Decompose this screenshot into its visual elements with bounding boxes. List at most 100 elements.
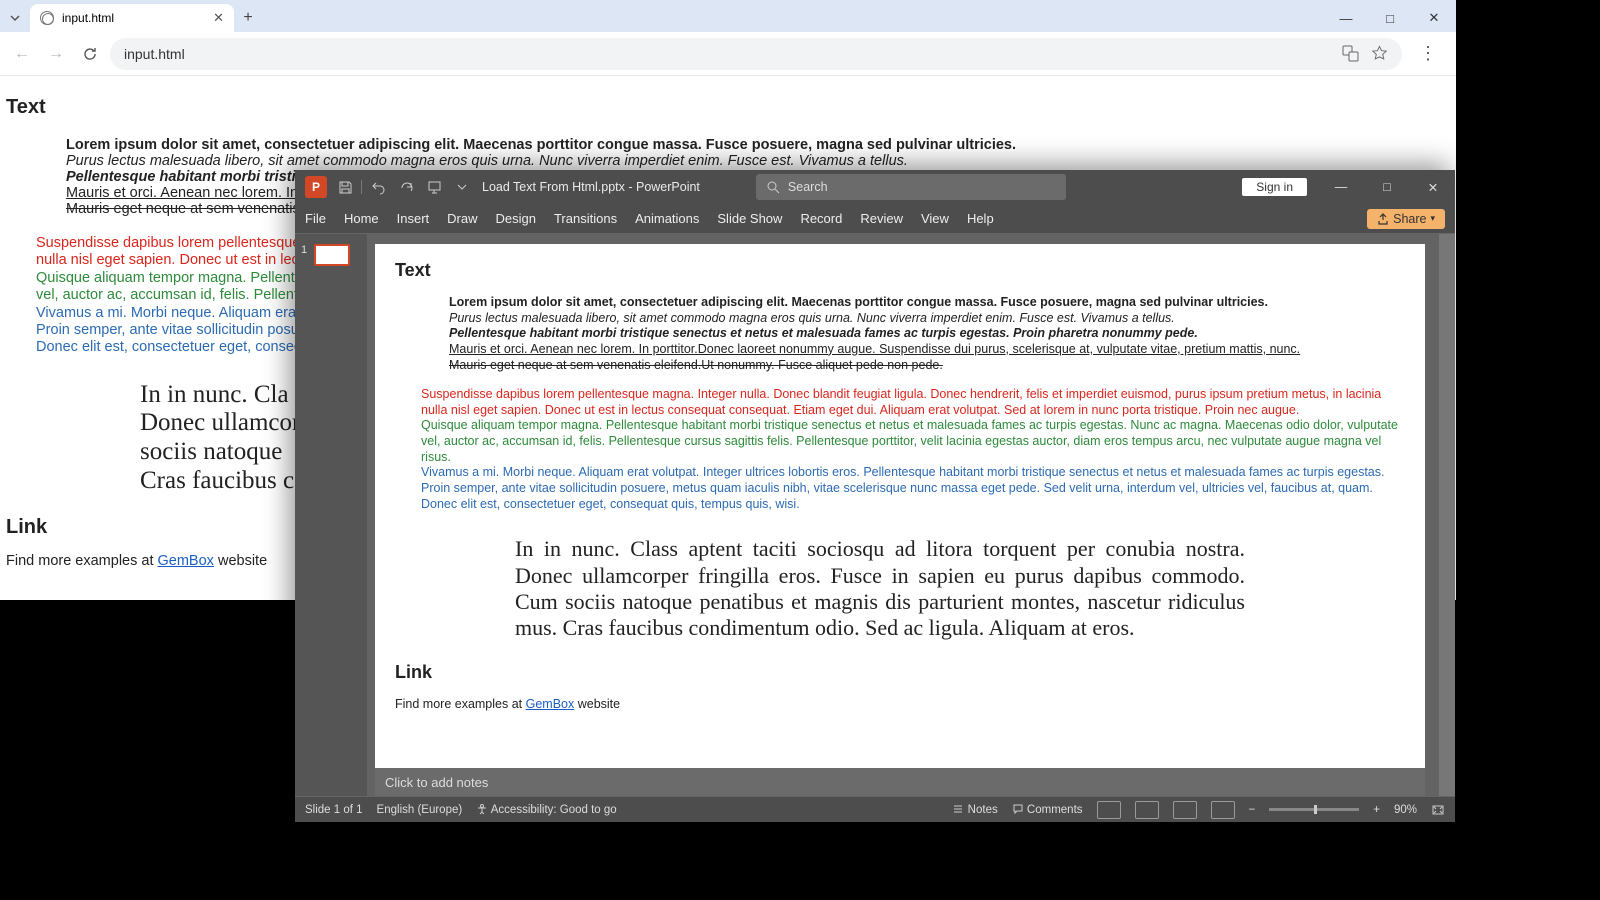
status-notes-toggle[interactable]: Notes (952, 803, 997, 816)
slide-thumbnail[interactable] (314, 244, 350, 266)
notes-pane[interactable]: Click to add notes (375, 768, 1425, 796)
share-label: Share (1393, 212, 1426, 226)
ribbon-tab-file[interactable]: File (305, 211, 326, 226)
fit-icon (1431, 803, 1445, 817)
zoom-in-button[interactable]: + (1373, 804, 1380, 816)
status-bar: Slide 1 of 1 English (Europe) Accessibil… (295, 796, 1455, 822)
chevron-down-icon (457, 182, 467, 192)
slide-gembox-link[interactable]: GemBox (526, 697, 575, 711)
slide-heading-link: Link (395, 662, 1405, 683)
search-box[interactable]: Search (756, 174, 1066, 200)
save-icon (338, 180, 353, 195)
status-language[interactable]: English (Europe) (377, 804, 463, 816)
zoom-out-button[interactable]: − (1249, 804, 1256, 816)
bookmark-star-icon[interactable] (1371, 45, 1388, 62)
redo-icon (399, 180, 414, 195)
ribbon-tab-animations[interactable]: Animations (635, 211, 699, 226)
slide-link-pre: Find more examples at (395, 697, 526, 711)
ribbon-tab-insert[interactable]: Insert (397, 211, 430, 226)
browser-menu-button[interactable]: ⋮ (1408, 43, 1448, 64)
slide-para-bold: Lorem ipsum dolor sit amet, consectetuer… (449, 295, 1405, 311)
gembox-link[interactable]: GemBox (158, 553, 214, 569)
slide-para-strike: Mauris eget neque at sem venenatis eleif… (449, 358, 1405, 374)
slide-para-red: Suspendisse dapibus lorem pellentesque m… (421, 387, 1405, 418)
ppt-maximize-button[interactable]: □ (1365, 172, 1409, 202)
close-button[interactable]: ✕ (1412, 4, 1456, 32)
ribbon-tab-review[interactable]: Review (860, 211, 903, 226)
signin-button[interactable]: Sign in (1242, 178, 1307, 196)
page-favicon-icon (40, 11, 54, 25)
link-pre: Find more examples at (6, 553, 158, 569)
ribbon-tab-help[interactable]: Help (967, 211, 994, 226)
para-italic: Purus lectus malesuada libero, sit amet … (66, 153, 1420, 169)
comments-icon (1012, 803, 1024, 815)
tab-close-icon[interactable]: ✕ (213, 10, 224, 26)
reading-view-button[interactable] (1173, 801, 1197, 819)
reload-button[interactable] (76, 40, 104, 68)
slide-link-post: website (574, 697, 620, 711)
zoom-slider[interactable] (1269, 808, 1359, 811)
slide-link-sentence: Find more examples at GemBox website (395, 697, 1405, 711)
browser-toolbar: ← → input.html ⋮ (0, 32, 1456, 76)
back-button[interactable]: ← (8, 40, 36, 68)
ribbon-tab-record[interactable]: Record (800, 211, 842, 226)
redo-button[interactable] (394, 175, 418, 199)
maximize-button[interactable]: □ (1368, 4, 1412, 32)
fit-to-window-button[interactable] (1431, 803, 1445, 817)
qat-customize[interactable] (450, 175, 474, 199)
save-button[interactable] (333, 175, 357, 199)
ppt-close-button[interactable]: ✕ (1411, 172, 1455, 202)
notes-placeholder: Click to add notes (385, 775, 488, 790)
tab-search-dropdown[interactable] (0, 12, 30, 24)
address-bar[interactable]: input.html (110, 38, 1402, 70)
window-title: Load Text From Html.pptx - PowerPoint (482, 180, 700, 194)
present-button[interactable] (422, 175, 446, 199)
thumb-number: 1 (301, 244, 307, 256)
normal-view-button[interactable] (1097, 801, 1121, 819)
slide-para-italic: Purus lectus malesuada libero, sit amet … (449, 311, 1405, 327)
ppt-body: 1 Text Lorem ipsum dolor sit amet, conse… (295, 234, 1455, 796)
notes-icon (952, 803, 964, 815)
chevron-down-icon (9, 12, 21, 24)
para-bold: Lorem ipsum dolor sit amet, consectetuer… (66, 137, 1420, 153)
status-comments-toggle[interactable]: Comments (1012, 803, 1083, 816)
link-post: website (214, 553, 267, 569)
ribbon-tab-home[interactable]: Home (344, 211, 379, 226)
window-controls: — □ ✕ (1324, 4, 1456, 32)
ribbon-tab-transitions[interactable]: Transitions (554, 211, 617, 226)
slide-para-blue: Vivamus a mi. Morbi neque. Aliquam erat … (421, 465, 1405, 512)
ribbon-tab-view[interactable]: View (921, 211, 949, 226)
status-accessibility[interactable]: Accessibility: Good to go (476, 803, 616, 816)
reload-icon (82, 46, 98, 62)
ppt-minimize-button[interactable]: — (1319, 172, 1363, 202)
browser-tab[interactable]: input.html ✕ (30, 4, 234, 32)
present-icon (427, 180, 442, 195)
slide-thumbnail-pane[interactable]: 1 (295, 234, 367, 796)
status-slide-count: Slide 1 of 1 (305, 804, 363, 816)
slide-canvas[interactable]: Text Lorem ipsum dolor sit amet, consect… (375, 244, 1425, 768)
tab-title: input.html (62, 11, 205, 25)
slideshow-view-button[interactable] (1211, 801, 1235, 819)
zoom-percent[interactable]: 90% (1394, 804, 1417, 816)
slide-editor[interactable]: Text Lorem ipsum dolor sit amet, consect… (367, 234, 1439, 796)
slide-heading-text: Text (395, 260, 1405, 281)
accessibility-icon (476, 803, 488, 815)
search-icon (766, 180, 780, 194)
ribbon-tab-design[interactable]: Design (496, 211, 536, 226)
ppt-titlebar: P Load Text From Html.pptx - PowerPoint … (295, 170, 1455, 204)
undo-button[interactable] (366, 175, 390, 199)
ribbon-tab-draw[interactable]: Draw (447, 211, 477, 226)
undo-icon (371, 180, 386, 195)
slide-sorter-button[interactable] (1135, 801, 1159, 819)
browser-tabstrip: input.html ✕ + — □ ✕ (0, 0, 1456, 32)
new-tab-button[interactable]: + (234, 9, 262, 27)
translate-icon[interactable] (1342, 45, 1359, 62)
minimize-button[interactable]: — (1324, 4, 1368, 32)
ribbon-tab-slideshow[interactable]: Slide Show (717, 211, 782, 226)
forward-button[interactable]: → (42, 40, 70, 68)
share-button[interactable]: Share ▾ (1367, 209, 1445, 229)
vertical-scrollbar[interactable] (1439, 234, 1455, 796)
powerpoint-window: P Load Text From Html.pptx - PowerPoint … (295, 170, 1455, 822)
heading-text: Text (6, 96, 1420, 119)
slide-para-green: Quisque aliquam tempor magna. Pellentesq… (421, 418, 1405, 465)
